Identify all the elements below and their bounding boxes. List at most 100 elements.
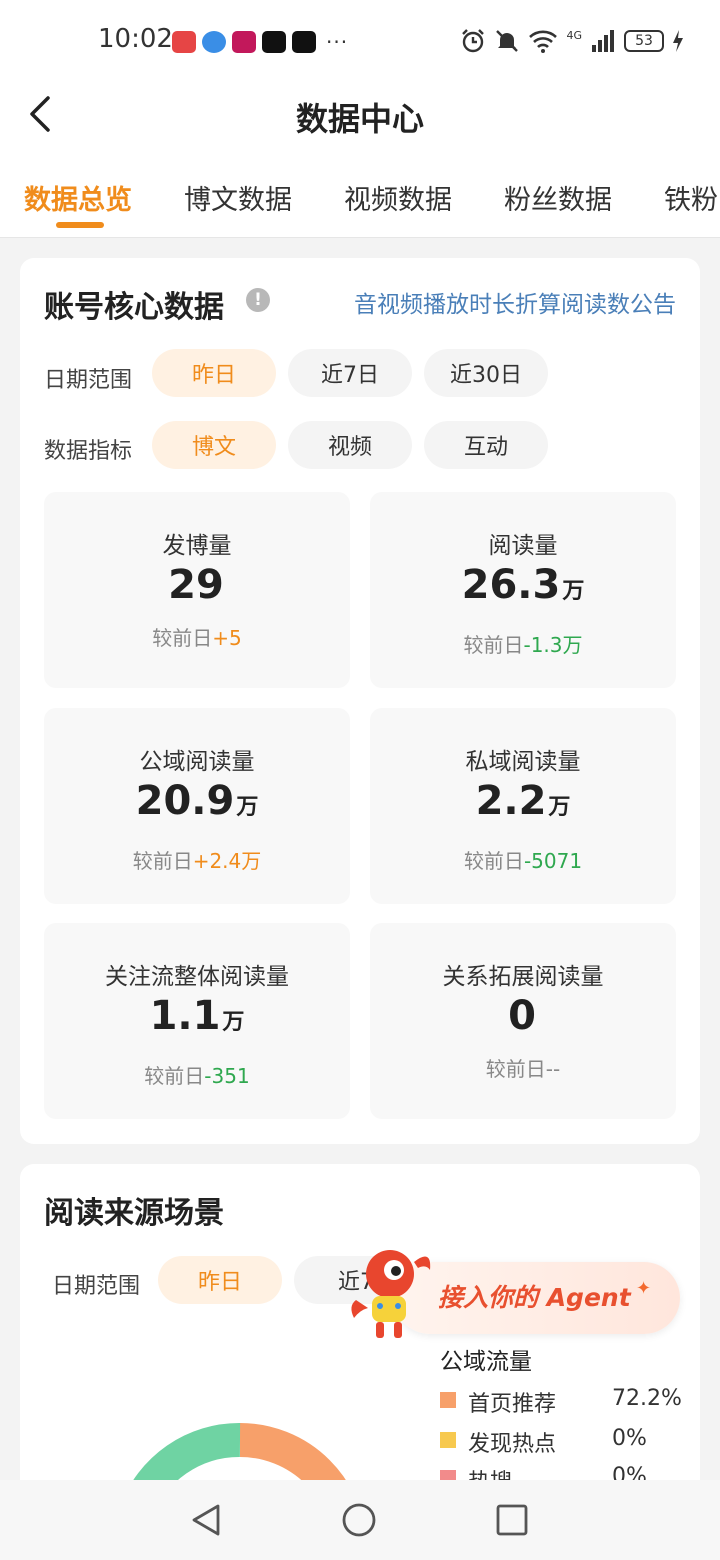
active-tab-indicator bbox=[56, 222, 104, 228]
alarm-icon bbox=[462, 29, 485, 53]
stat-unit: 万 bbox=[236, 795, 259, 820]
stat-value: 2.2万 bbox=[370, 778, 676, 824]
legend-percent: 72.2% bbox=[612, 1386, 682, 1411]
stat-label: 公域阅读量 bbox=[139, 749, 255, 775]
browser-app-icon bbox=[202, 31, 226, 53]
compare-prefix: 较前日 bbox=[485, 1057, 546, 1081]
compare-prefix: 较前日 bbox=[152, 626, 213, 650]
source-date-option-yesterday[interactable]: 昨日 bbox=[158, 1256, 282, 1304]
stat-value: 20.9万 bbox=[44, 778, 350, 824]
tab-fan-data[interactable]: 粉丝数据 bbox=[504, 178, 612, 217]
compare-delta: +2.4万 bbox=[192, 849, 262, 873]
stat-number: 1.1 bbox=[149, 993, 221, 1039]
compare-delta: -- bbox=[545, 1057, 561, 1081]
recents-nav-icon[interactable] bbox=[494, 1502, 530, 1538]
date-option-yesterday[interactable]: 昨日 bbox=[152, 349, 276, 397]
nav-header: 数据中心 bbox=[0, 80, 720, 160]
stat-label: 关注流整体阅读量 bbox=[105, 964, 289, 990]
stat-number: 20.9 bbox=[135, 778, 235, 824]
huawei-app-icon bbox=[232, 31, 256, 53]
home-nav-icon[interactable] bbox=[341, 1502, 377, 1538]
date-range-label: 日期范围 bbox=[44, 368, 133, 393]
stat-posts[interactable]: 发博量 29 较前日+5 bbox=[44, 492, 350, 688]
stat-value: 29 bbox=[44, 562, 350, 608]
source-date-range-label: 日期范围 bbox=[52, 1274, 141, 1299]
metric-label: 数据指标 bbox=[44, 439, 133, 464]
stat-number: 26.3 bbox=[461, 562, 561, 608]
legend-color-swatch bbox=[440, 1392, 456, 1408]
core-data-title: 账号核心数据 bbox=[44, 290, 224, 325]
stat-label: 发博量 bbox=[162, 533, 232, 559]
stat-reads[interactable]: 阅读量 26.3万 较前日-1.3万 bbox=[370, 492, 676, 688]
tab-overview[interactable]: 数据总览 bbox=[24, 178, 132, 217]
mute-icon bbox=[496, 30, 519, 52]
date-option-30-days[interactable]: 近30日 bbox=[424, 349, 548, 397]
stat-unit: 万 bbox=[548, 795, 571, 820]
back-nav-icon[interactable] bbox=[188, 1502, 224, 1538]
compare-prefix: 较前日 bbox=[463, 849, 524, 873]
tiktok-icon-2 bbox=[292, 31, 316, 53]
compare-prefix: 较前日 bbox=[132, 849, 193, 873]
tab-post-data[interactable]: 博文数据 bbox=[184, 178, 292, 217]
read-source-title: 阅读来源场景 bbox=[44, 1196, 224, 1231]
stat-unit: 万 bbox=[222, 1010, 245, 1035]
status-bar: 10:02 ··· 4G 53 bbox=[0, 0, 720, 80]
stat-label: 关系拓展阅读量 bbox=[442, 964, 604, 990]
compare-delta: -351 bbox=[204, 1064, 250, 1088]
status-time: 10:02 bbox=[98, 24, 173, 54]
compare-prefix: 较前日 bbox=[463, 633, 524, 657]
metric-option-interaction[interactable]: 互动 bbox=[424, 421, 548, 469]
legend-name: 首页推荐 bbox=[468, 1392, 557, 1417]
tab-bar: 数据总览 博文数据 视频数据 粉丝数据 铁粉 bbox=[0, 160, 720, 238]
stat-number: 2.2 bbox=[475, 778, 547, 824]
compare-delta: +5 bbox=[212, 626, 242, 650]
stat-compare: 较前日-- bbox=[370, 1053, 676, 1082]
stat-label: 私域阅读量 bbox=[465, 749, 581, 775]
stat-compare: 较前日-5071 bbox=[370, 845, 676, 874]
stat-value: 1.1万 bbox=[44, 993, 350, 1039]
legend-percent: 0% bbox=[612, 1426, 647, 1451]
mascot-icon bbox=[351, 1250, 431, 1338]
date-option-7-days[interactable]: 近7日 bbox=[288, 349, 412, 397]
info-icon[interactable]: ! bbox=[246, 288, 270, 312]
stat-relation-expansion-reads[interactable]: 关系拓展阅读量 0 较前日-- bbox=[370, 923, 676, 1119]
system-icons: 4G 53 bbox=[460, 28, 684, 54]
compare-prefix: 较前日 bbox=[144, 1064, 205, 1088]
notification-icons: ··· bbox=[172, 30, 348, 54]
stat-follow-feed-reads[interactable]: 关注流整体阅读量 1.1万 较前日-351 bbox=[44, 923, 350, 1119]
legend-name: 发现热点 bbox=[468, 1432, 557, 1457]
battery-indicator: 53 bbox=[624, 30, 664, 52]
compare-delta: -5071 bbox=[523, 849, 583, 873]
stat-label: 阅读量 bbox=[488, 533, 558, 559]
stat-compare: 较前日-351 bbox=[44, 1060, 350, 1089]
sparkle-icon: ✦ bbox=[636, 1278, 652, 1299]
stat-number: 29 bbox=[168, 562, 224, 608]
stat-value: 0 bbox=[370, 993, 676, 1039]
stat-private-reads[interactable]: 私域阅读量 2.2万 较前日-5071 bbox=[370, 708, 676, 904]
agent-floating-button[interactable]: 接入你的 Agent ✦ bbox=[346, 1244, 682, 1344]
legend-color-swatch bbox=[440, 1432, 456, 1448]
notice-link[interactable]: 音视频播放时长折算阅读数公告 bbox=[354, 285, 676, 319]
metric-option-video[interactable]: 视频 bbox=[288, 421, 412, 469]
compare-delta: -1.3万 bbox=[523, 633, 583, 657]
more-notifications-icon: ··· bbox=[326, 30, 349, 54]
charging-icon bbox=[673, 30, 683, 52]
stat-unit: 万 bbox=[562, 579, 585, 604]
stat-value: 26.3万 bbox=[370, 562, 676, 608]
stat-public-reads[interactable]: 公域阅读量 20.9万 较前日+2.4万 bbox=[44, 708, 350, 904]
signal-icon bbox=[592, 30, 614, 52]
stat-compare: 较前日+5 bbox=[44, 622, 350, 651]
metric-option-posts[interactable]: 博文 bbox=[152, 421, 276, 469]
wifi-icon bbox=[529, 30, 558, 53]
tab-iron-fans[interactable]: 铁粉 bbox=[664, 178, 718, 217]
stat-compare: 较前日-1.3万 bbox=[370, 629, 676, 658]
system-navigation-bar bbox=[0, 1480, 720, 1560]
tiktok-icon bbox=[262, 31, 286, 53]
agent-label: 接入你的 Agent bbox=[438, 1283, 631, 1312]
page-title: 数据中心 bbox=[295, 100, 424, 138]
tab-video-data[interactable]: 视频数据 bbox=[344, 178, 452, 217]
stat-number: 0 bbox=[508, 993, 536, 1039]
stat-compare: 较前日+2.4万 bbox=[44, 845, 350, 874]
network-type-label: 4G bbox=[566, 28, 582, 42]
core-data-card: 账号核心数据 ! 音视频播放时长折算阅读数公告 日期范围 昨日 近7日 近30日… bbox=[20, 258, 700, 1144]
